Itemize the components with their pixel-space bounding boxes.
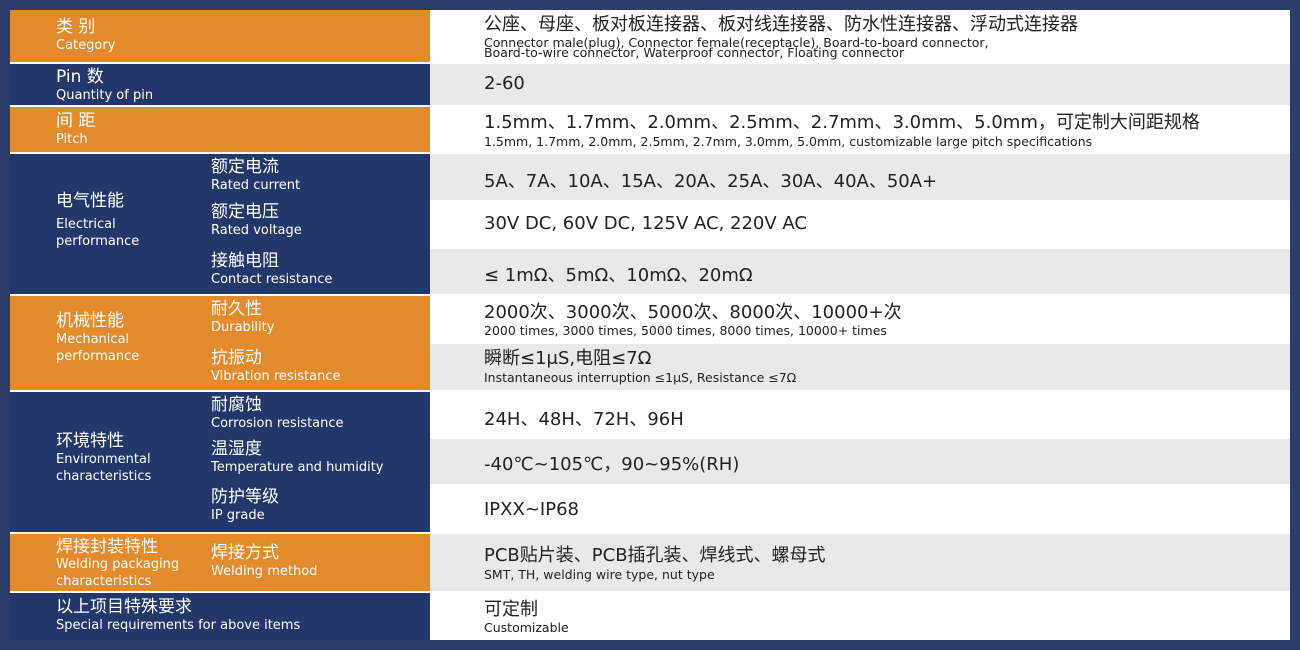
welding-method-label-cn: 焊接方式 xyxy=(211,543,279,563)
corrosion-value-cell: 24H、48H、72H、96H xyxy=(430,392,1290,437)
durability-value-en: 2000 times, 3000 times, 5000 times, 8000… xyxy=(484,323,887,338)
durability-value-cn: 2000次、3000次、5000次、8000次、10000+次 xyxy=(484,302,902,323)
vibration-label-en: Vibration resistance xyxy=(211,369,341,384)
corrosion-value: 24H、48H、72H、96H xyxy=(484,409,684,430)
electrical-label-en-2: performance xyxy=(56,234,140,249)
ip-grade-value-cell: IPXX~IP68 xyxy=(430,486,1290,532)
pitch-label-cn: 间 距 xyxy=(56,111,96,131)
corrosion-label-cn: 耐腐蚀 xyxy=(211,395,262,415)
contact-resistance-value-cell: ≤ 1mΩ、5mΩ、10mΩ、20mΩ xyxy=(430,249,1290,294)
electrical-label-cn: 电气性能 xyxy=(56,191,124,211)
special-value-en: Customizable xyxy=(484,620,569,635)
temperature-label-cn: 温湿度 xyxy=(211,439,262,459)
contact-resistance-value: ≤ 1mΩ、5mΩ、10mΩ、20mΩ xyxy=(484,265,753,286)
contact-resistance-label-cn: 接触电阻 xyxy=(211,251,279,271)
pitch-header-cell: 间 距 Pitch xyxy=(10,107,430,152)
category-value-cell: 公座、母座、板对板连接器、板对线连接器、防水性连接器、浮动式连接器 Connec… xyxy=(430,10,1290,62)
pins-value-cell: 2-60 xyxy=(430,64,1290,105)
electrical-header-cell: 电气性能 Electrical performance 额定电流 Rated c… xyxy=(10,154,430,294)
special-header-cell: 以上项目特殊要求 Special requirements for above … xyxy=(10,593,430,640)
temperature-value-cell: -40℃~105℃，90~95%(RH) xyxy=(430,439,1290,484)
special-value-cell: 可定制 Customizable xyxy=(430,593,1290,640)
special-label-en: Special requirements for above items xyxy=(56,618,301,633)
temperature-value: -40℃~105℃，90~95%(RH) xyxy=(484,454,740,475)
mechanical-label-en-1: Mechanical xyxy=(56,332,130,347)
category-value-en-2: Board-to-wire connector, Waterproof conn… xyxy=(484,45,905,60)
rated-current-value: 5A、7A、10A、15A、20A、25A、30A、40A、50A+ xyxy=(484,171,938,192)
rated-current-value-cell: 5A、7A、10A、15A、20A、25A、30A、40A、50A+ xyxy=(430,154,1290,200)
special-label-cn: 以上项目特殊要求 xyxy=(56,597,192,617)
mechanical-header-cell: 机械性能 Mechanical performance 耐久性 Durabili… xyxy=(10,296,430,390)
durability-label-cn: 耐久性 xyxy=(211,299,262,319)
category-label-en: Category xyxy=(56,38,116,53)
durability-label-en: Durability xyxy=(211,320,275,335)
vibration-value-cn: 瞬断≤1μS,电阻≤7Ω xyxy=(484,348,652,369)
welding-label-en-1: Welding packaging xyxy=(56,557,180,572)
rated-current-label-cn: 额定电流 xyxy=(211,157,279,177)
welding-label-en-2: characteristics xyxy=(56,574,152,589)
rated-current-label-en: Rated current xyxy=(211,178,301,193)
environmental-label-en-1: Environmental xyxy=(56,452,151,467)
welding-method-value-cn: PCB贴片装、PCB插孔装、焊线式、螺母式 xyxy=(484,545,826,566)
category-label-cn: 类 别 xyxy=(56,17,96,37)
environmental-label-cn: 环境特性 xyxy=(56,431,124,451)
rated-voltage-value-cell: 30V DC, 60V DC, 125V AC, 220V AC xyxy=(430,202,1290,247)
rated-voltage-label-en: Rated voltage xyxy=(211,223,302,238)
pins-value: 2-60 xyxy=(484,73,525,94)
rated-voltage-value: 30V DC, 60V DC, 125V AC, 220V AC xyxy=(484,213,807,234)
welding-method-value-en: SMT, TH, welding wire type, nut type xyxy=(484,567,715,582)
pins-header-cell: Pin 数 Quantity of pin xyxy=(10,64,430,105)
contact-resistance-label-en: Contact resistance xyxy=(211,272,333,287)
pitch-value-cell: 1.5mm、1.7mm、2.0mm、2.5mm、2.7mm、3.0mm、5.0m… xyxy=(430,107,1290,152)
vibration-value-cell: 瞬断≤1μS,电阻≤7Ω Instantaneous interruption … xyxy=(430,344,1290,390)
ip-grade-value: IPXX~IP68 xyxy=(484,499,579,520)
pitch-value-cn: 1.5mm、1.7mm、2.0mm、2.5mm、2.7mm、3.0mm、5.0m… xyxy=(484,112,1200,133)
category-header-cell: 类 别 Category xyxy=(10,10,430,62)
welding-header-cell: 焊接封装特性 Welding packaging characteristics… xyxy=(10,534,430,591)
vibration-label-cn: 抗振动 xyxy=(211,348,262,368)
category-value-cn: 公座、母座、板对板连接器、板对线连接器、防水性连接器、浮动式连接器 xyxy=(484,14,1078,35)
pins-label-cn: Pin 数 xyxy=(56,67,104,87)
pitch-value-en: 1.5mm, 1.7mm, 2.0mm, 2.5mm, 2.7mm, 3.0mm… xyxy=(484,134,1093,149)
ip-grade-label-en: IP grade xyxy=(211,508,265,523)
temperature-label-en: Temperature and humidity xyxy=(211,460,384,475)
mechanical-label-en-2: performance xyxy=(56,349,140,364)
welding-method-label-en: Welding method xyxy=(211,564,318,579)
electrical-label-en-1: Electrical xyxy=(56,217,116,232)
pins-label-en: Quantity of pin xyxy=(56,88,154,103)
vibration-value-en: Instantaneous interruption ≤1μS, Resista… xyxy=(484,370,797,385)
mechanical-label-cn: 机械性能 xyxy=(56,311,124,331)
pitch-label-en: Pitch xyxy=(56,132,88,147)
environmental-header-cell: 环境特性 Environmental characteristics 耐腐蚀 C… xyxy=(10,392,430,532)
durability-value-cell: 2000次、3000次、5000次、8000次、10000+次 2000 tim… xyxy=(430,296,1290,342)
ip-grade-label-cn: 防护等级 xyxy=(211,487,279,507)
welding-label-cn: 焊接封装特性 xyxy=(56,537,158,557)
environmental-label-en-2: characteristics xyxy=(56,469,152,484)
corrosion-label-en: Corrosion resistance xyxy=(211,416,344,431)
welding-method-value-cell: PCB贴片装、PCB插孔装、焊线式、螺母式 SMT, TH, welding w… xyxy=(430,534,1290,591)
special-value-cn: 可定制 xyxy=(484,599,538,620)
spec-table: 类 别 Category 公座、母座、板对板连接器、板对线连接器、防水性连接器、… xyxy=(10,10,1290,640)
rated-voltage-label-cn: 额定电压 xyxy=(211,202,279,222)
